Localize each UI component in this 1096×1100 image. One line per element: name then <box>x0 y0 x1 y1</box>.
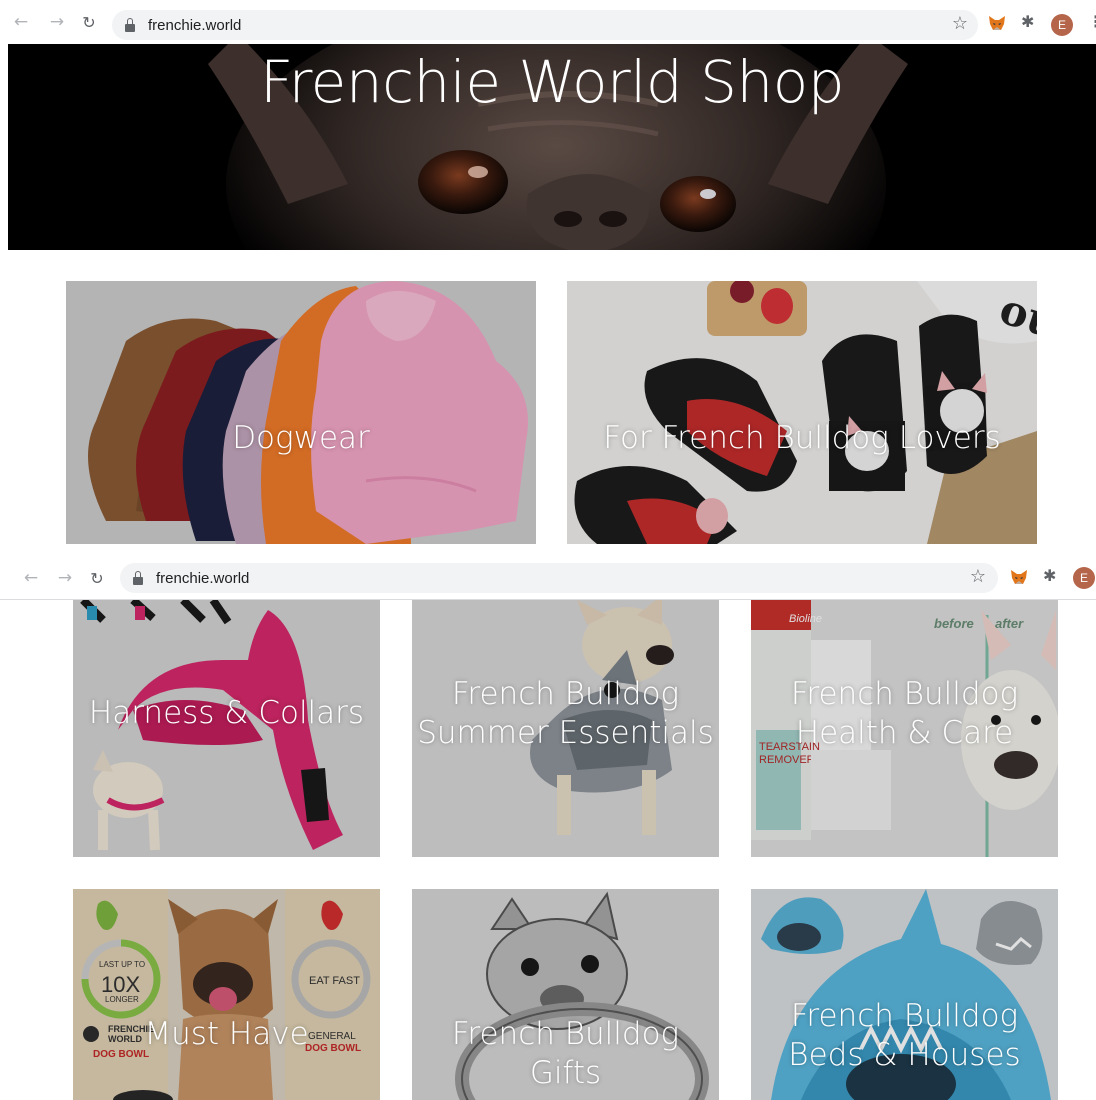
category-tile-beds[interactable]: French Bulldog Beds & Houses <box>751 889 1058 1100</box>
avatar[interactable]: E <box>1051 14 1073 36</box>
forward-arrow-icon[interactable]: → <box>54 567 76 589</box>
browser-toolbar-second: ← → ↻ frenchie.world ☆ ✱ E <box>0 556 1096 600</box>
fox-extension-icon[interactable] <box>988 15 1006 31</box>
avatar[interactable]: E <box>1073 567 1095 589</box>
category-tile-health[interactable]: Bioline before after TEARSTAIN REMOVER F… <box>751 600 1058 857</box>
category-tile-summer[interactable]: French Bulldog Summer Essentials <box>412 600 719 857</box>
category-label: For French Bulldog Lovers <box>603 420 1001 456</box>
category-tile-dogwear[interactable]: Dogwear <box>66 281 536 544</box>
category-label: Dogwear <box>232 420 370 456</box>
url-text: frenchie.world <box>156 569 250 587</box>
hero-title: Frenchie World Shop <box>259 48 845 116</box>
url-text: frenchie.world <box>148 16 242 34</box>
puzzle-extension-icon[interactable]: ✱ <box>1043 566 1056 585</box>
tile-overlay <box>66 281 536 544</box>
category-label: French Bulldog Health & Care <box>790 676 1019 751</box>
browser-toolbar-top: ← → ↻ frenchie.world ☆ ✱ E ⋮ <box>0 0 1096 44</box>
category-tile-must-have[interactable]: LAST UP TO 10X LONGER EAT FAST FRENCHIE … <box>73 889 380 1100</box>
category-tile-lovers[interactable]: ous For French Bulldog Lovers <box>567 281 1037 544</box>
star-icon[interactable]: ☆ <box>952 13 968 34</box>
hero-banner: Frenchie World Shop <box>8 44 1096 250</box>
back-arrow-icon[interactable]: ← <box>10 11 32 33</box>
tile-overlay <box>73 889 380 1100</box>
category-tile-harness[interactable]: Harness & Collars <box>73 600 380 857</box>
fox-extension-icon[interactable] <box>1010 569 1028 585</box>
category-label: French Bulldog Gifts <box>451 1016 680 1091</box>
category-tile-gifts[interactable]: French Bulldog Gifts <box>412 889 719 1100</box>
lock-icon <box>132 571 144 585</box>
address-bar[interactable]: frenchie.world ☆ <box>112 10 978 40</box>
tile-overlay <box>567 281 1037 544</box>
category-label: French Bulldog Summer Essentials <box>417 676 714 751</box>
category-label: Must Have <box>144 1016 309 1052</box>
back-arrow-icon[interactable]: ← <box>20 567 42 589</box>
puzzle-extension-icon[interactable]: ✱ <box>1021 12 1034 31</box>
address-bar[interactable]: frenchie.world ☆ <box>120 563 998 593</box>
reload-icon[interactable]: ↻ <box>86 567 108 589</box>
lock-icon <box>124 18 136 32</box>
forward-arrow-icon[interactable]: → <box>46 11 68 33</box>
reload-icon[interactable]: ↻ <box>78 11 100 33</box>
star-icon[interactable]: ☆ <box>970 566 986 587</box>
menu-icon[interactable]: ⋮ <box>1088 12 1096 31</box>
category-label: French Bulldog Beds & Houses <box>788 998 1021 1073</box>
category-label: Harness & Collars <box>88 695 365 731</box>
